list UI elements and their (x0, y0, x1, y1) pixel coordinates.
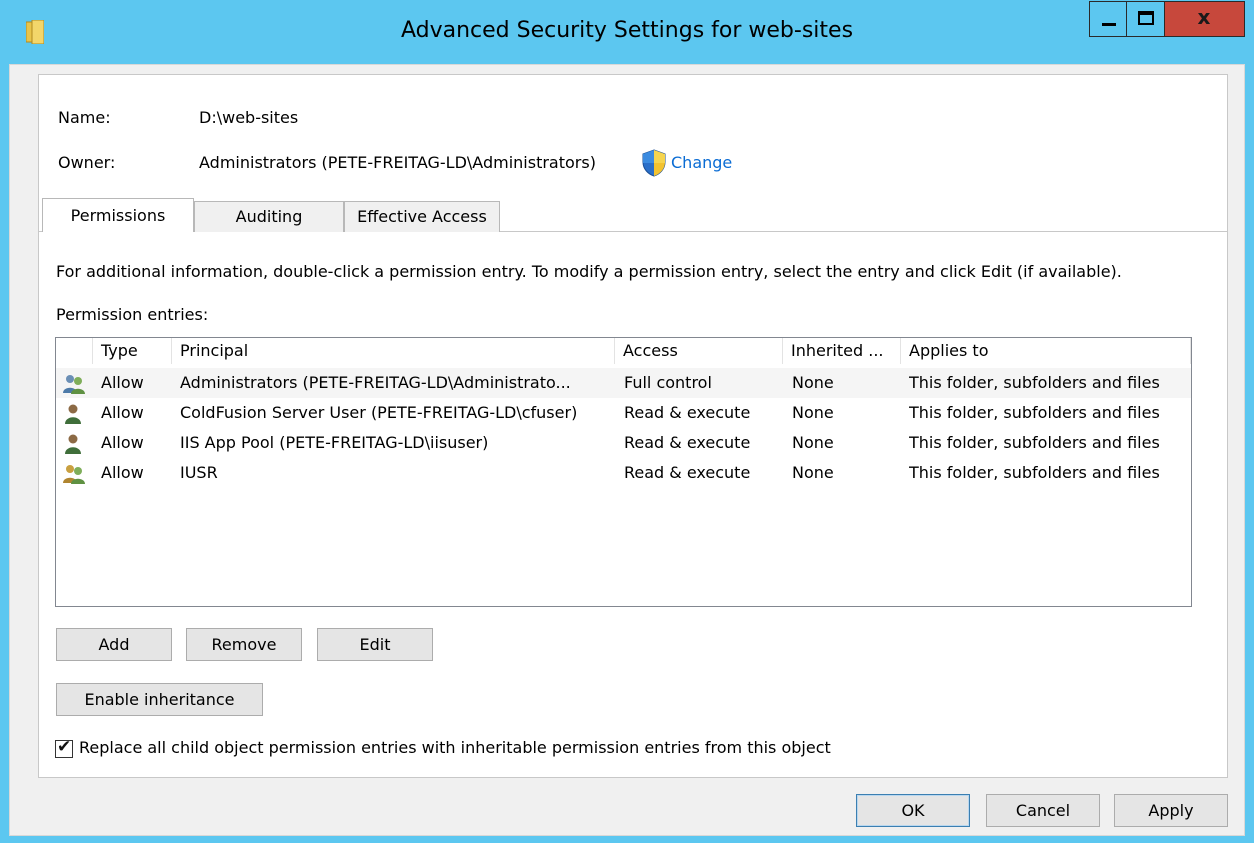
permission-entries-list[interactable]: Type Principal Access Inherited ... Appl… (55, 337, 1192, 607)
maximize-icon (1138, 11, 1154, 25)
dialog-window: Advanced Security Settings for web-sites… (0, 0, 1254, 843)
minimize-button[interactable] (1089, 1, 1127, 37)
dialog-client-area: Name: D:\web-sites Owner: Administrators… (9, 64, 1245, 836)
instructions-text: For additional information, double-click… (56, 262, 1122, 281)
row-access: Full control (624, 373, 712, 392)
column-header-applies-to[interactable]: Applies to (901, 338, 1191, 364)
row-inherited: None (792, 403, 834, 422)
row-principal: Administrators (PETE-FREITAG-LD\Administ… (180, 373, 571, 392)
user-icon (65, 404, 81, 424)
column-header-inherited[interactable]: Inherited ... (783, 338, 901, 364)
row-applies-to: This folder, subfolders and files (909, 433, 1160, 452)
column-header-type[interactable]: Type (93, 338, 172, 364)
row-applies-to: This folder, subfolders and files (909, 463, 1160, 482)
tab-auditing[interactable]: Auditing (194, 201, 344, 232)
column-header-icon[interactable] (56, 338, 93, 364)
list-header: Type Principal Access Inherited ... Appl… (56, 338, 1191, 364)
remove-button[interactable]: Remove (186, 628, 302, 661)
row-access: Read & execute (624, 463, 751, 482)
close-icon: x (1197, 5, 1211, 29)
window-title: Advanced Security Settings for web-sites (400, 18, 854, 43)
title-bar[interactable]: Advanced Security Settings for web-sites… (0, 0, 1254, 64)
row-applies-to: This folder, subfolders and files (909, 403, 1160, 422)
row-type: Allow (101, 373, 144, 392)
row-inherited: None (792, 463, 834, 482)
change-owner-link[interactable]: Change (671, 153, 732, 172)
tab-permissions[interactable]: Permissions (42, 198, 194, 232)
replace-permissions-checkbox[interactable]: ✔ (55, 737, 73, 758)
name-label: Name: (58, 108, 111, 127)
edit-button[interactable]: Edit (317, 628, 433, 661)
table-row[interactable]: Allow Administrators (PETE-FREITAG-LD\Ad… (56, 368, 1191, 398)
cancel-button[interactable]: Cancel (986, 794, 1100, 827)
row-applies-to: This folder, subfolders and files (909, 373, 1160, 392)
group-icon (63, 465, 85, 484)
row-type: Allow (101, 403, 144, 422)
tab-effective-access[interactable]: Effective Access (344, 201, 500, 232)
table-row[interactable]: Allow IIS App Pool (PETE-FREITAG-LD\iisu… (56, 428, 1191, 458)
replace-permissions-label[interactable]: Replace all child object permission entr… (79, 738, 831, 757)
row-inherited: None (792, 433, 834, 452)
column-header-access[interactable]: Access (615, 338, 783, 364)
minimize-icon (1102, 23, 1116, 26)
close-button[interactable]: x (1165, 1, 1245, 37)
group-icon (63, 375, 85, 394)
row-access: Read & execute (624, 433, 751, 452)
column-header-principal[interactable]: Principal (172, 338, 615, 364)
owner-value: Administrators (PETE-FREITAG-LD\Administ… (199, 153, 596, 172)
row-access: Read & execute (624, 403, 751, 422)
table-row[interactable]: Allow ColdFusion Server User (PETE-FREIT… (56, 398, 1191, 428)
table-row[interactable]: Allow IUSR Read & execute None This fold… (56, 458, 1191, 488)
row-inherited: None (792, 373, 834, 392)
enable-inheritance-button[interactable]: Enable inheritance (56, 683, 263, 716)
row-type: Allow (101, 433, 144, 452)
row-principal: IUSR (180, 463, 218, 482)
maximize-button[interactable] (1127, 1, 1165, 37)
add-button[interactable]: Add (56, 628, 172, 661)
uac-shield-icon (642, 149, 666, 177)
owner-label: Owner: (58, 153, 116, 172)
permission-entries-label: Permission entries: (56, 305, 209, 324)
checkmark-icon: ✔ (57, 737, 72, 757)
row-principal: ColdFusion Server User (PETE-FREITAG-LD\… (180, 403, 578, 422)
name-value: D:\web-sites (199, 108, 299, 127)
row-principal: IIS App Pool (PETE-FREITAG-LD\iisuser) (180, 433, 489, 452)
ok-button[interactable]: OK (856, 794, 970, 827)
user-icon (65, 434, 81, 454)
apply-button[interactable]: Apply (1114, 794, 1228, 827)
row-type: Allow (101, 463, 144, 482)
